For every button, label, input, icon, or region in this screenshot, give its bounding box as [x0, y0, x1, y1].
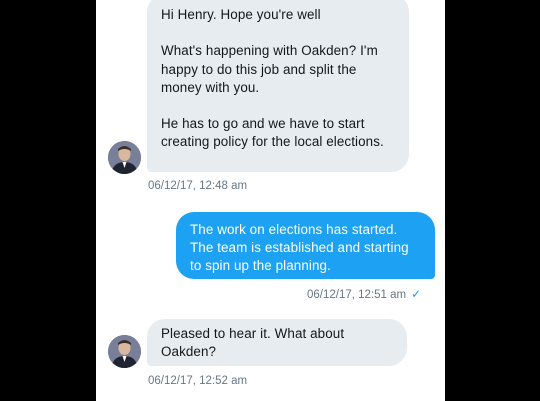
message-timestamp: 06/12/17, 12:52 am — [148, 375, 248, 387]
message-timestamp-row: 06/12/17, 12:51 am ✓ — [307, 287, 421, 301]
message-timestamp: 06/12/17, 12:51 am — [307, 289, 407, 301]
profile-photo-icon — [108, 335, 141, 368]
message-thread[interactable]: Hi Henry. Hope you're well What's happen… — [96, 0, 445, 401]
checkmark-icon: ✓ — [411, 287, 422, 301]
screenshot-frame: Hi Henry. Hope you're well What's happen… — [0, 0, 540, 401]
message-timestamp: 06/12/17, 12:48 am — [148, 180, 248, 192]
outgoing-message-bubble[interactable]: The work on elections has started. The t… — [176, 212, 435, 279]
avatar[interactable] — [108, 335, 141, 368]
incoming-message-bubble[interactable]: Hi Henry. Hope you're well What's happen… — [147, 0, 409, 172]
avatar[interactable] — [108, 141, 141, 174]
profile-photo-icon — [108, 141, 141, 174]
incoming-message-bubble[interactable]: Pleased to hear it. What about Oakden? — [147, 319, 407, 366]
